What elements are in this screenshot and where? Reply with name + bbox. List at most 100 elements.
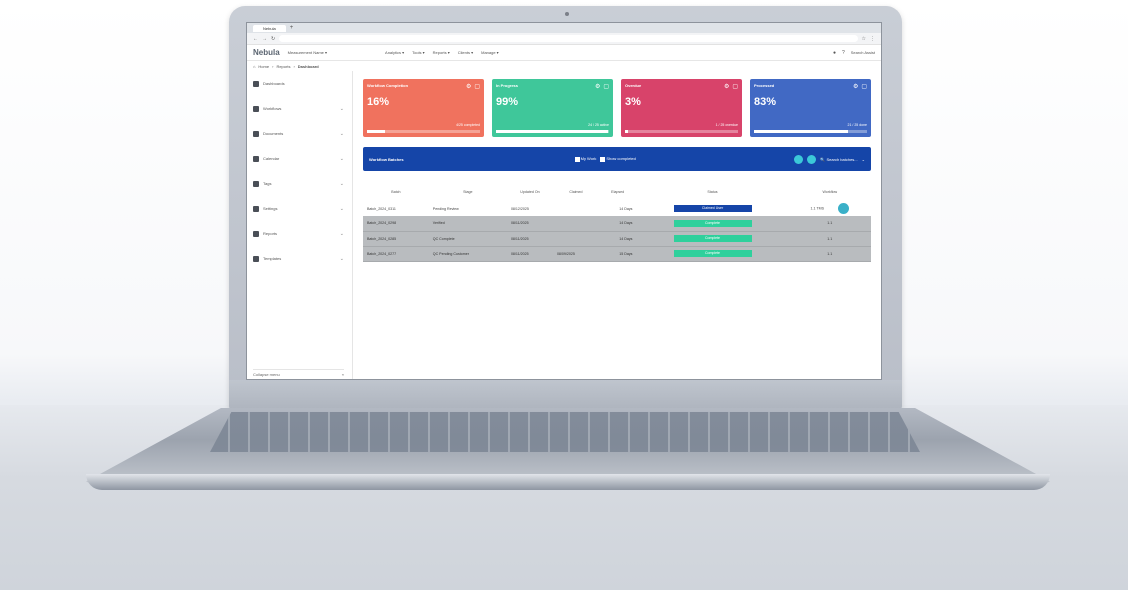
column-header[interactable]: Updated On bbox=[507, 183, 553, 201]
kpi-value: 99% bbox=[496, 96, 519, 108]
address-bar[interactable] bbox=[279, 35, 858, 42]
forward-icon[interactable]: → bbox=[262, 36, 267, 42]
table-row[interactable]: Batch_2024_0311 Pending Review 08/12/2025 1… bbox=[363, 201, 871, 216]
home-icon[interactable]: ⌂ bbox=[253, 64, 255, 69]
app-logo[interactable]: Nebula bbox=[253, 48, 280, 57]
sidebar-item-tags[interactable]: Tags ⌄ bbox=[247, 171, 352, 196]
kpi-progress-fill bbox=[625, 130, 629, 133]
kpi-subtitle: 1 / 25 overdue bbox=[715, 123, 738, 127]
chevron-down-icon: ⌄ bbox=[339, 205, 344, 212]
kpi-card[interactable]: Processed ⚙ ▢ 83% 21 / 25 done bbox=[750, 79, 871, 137]
reload-icon[interactable]: ↻ bbox=[271, 36, 275, 42]
status-badge[interactable]: Complete bbox=[673, 235, 752, 242]
gear-icon[interactable]: ⚙ bbox=[853, 83, 858, 90]
bell-icon[interactable]: ● bbox=[833, 50, 836, 56]
my-work-checkbox[interactable]: My Work bbox=[574, 156, 596, 162]
chevron-down-icon[interactable]: ⌄ bbox=[862, 157, 865, 162]
help-icon[interactable]: ? bbox=[842, 50, 845, 56]
sidebar-item-templates[interactable]: Templates ⌄ bbox=[247, 246, 352, 271]
kpi-card[interactable]: Workflow Completion ⚙ ▢ 16% 4/25 complete… bbox=[363, 79, 484, 137]
status-badge[interactable]: Complete bbox=[673, 219, 752, 227]
menu-dots-icon[interactable]: ⋮ bbox=[870, 36, 875, 42]
browser-tab-strip: Nebula + bbox=[247, 23, 881, 33]
batch-cell: Batch_2024_0277 bbox=[363, 246, 429, 262]
sidebar-item-calendar[interactable]: Calendar ⌄ bbox=[247, 146, 352, 171]
document-icon bbox=[253, 130, 259, 137]
browser-tab[interactable]: Nebula bbox=[253, 24, 286, 32]
chevron-down-icon: ⌄ bbox=[339, 130, 344, 137]
breadcrumb-item[interactable]: Reports bbox=[276, 64, 290, 69]
sidebar-footer[interactable]: Collapse menu « bbox=[253, 369, 344, 377]
stage-cell: Pending Review bbox=[428, 201, 507, 216]
back-icon[interactable]: ← bbox=[253, 36, 258, 42]
laptop-front-edge bbox=[86, 474, 1050, 490]
new-tab-button[interactable]: + bbox=[290, 25, 294, 31]
dashboard-icon bbox=[253, 80, 259, 87]
star-icon[interactable]: ☆ bbox=[862, 36, 866, 42]
sidebar-item-settings[interactable]: Settings ⌄ bbox=[247, 196, 352, 221]
kpi-value: 83% bbox=[754, 96, 777, 108]
workflow-cell: 1.1 bbox=[788, 246, 871, 262]
laptop-screen: Nebula + ← → ↻ ☆ ⋮ Nebula Measurement Na… bbox=[246, 22, 882, 380]
expand-icon[interactable]: ▢ bbox=[474, 83, 480, 90]
kpi-subtitle: 24 / 25 active bbox=[588, 123, 609, 127]
status-cell: Complete bbox=[636, 216, 789, 232]
chevron-down-icon: ⌄ bbox=[339, 105, 344, 112]
stage-cell: Verified bbox=[428, 216, 507, 232]
menu-analytics[interactable]: Analytics ▾ bbox=[385, 50, 404, 55]
column-header[interactable]: Status bbox=[636, 183, 788, 201]
table-row[interactable]: Batch_2024_0277 QC Pending Customer 08/11/… bbox=[363, 246, 871, 262]
menu-clients[interactable]: Clients ▾ bbox=[458, 50, 473, 55]
user-menu[interactable]: Search Assist bbox=[851, 50, 875, 55]
tag-icon bbox=[253, 180, 259, 187]
photo-scene: Nebula + ← → ↻ ☆ ⋮ Nebula Measurement Na… bbox=[0, 0, 1128, 590]
gear-icon[interactable]: ⚙ bbox=[724, 83, 729, 90]
show-completed-checkbox[interactable]: Show completed bbox=[600, 156, 636, 162]
sidebar-item-workflows[interactable]: Workflows ⌄ bbox=[247, 96, 352, 121]
kpi-progress bbox=[754, 130, 867, 133]
kpi-title: In Progress bbox=[496, 83, 519, 88]
claimed-cell bbox=[552, 216, 599, 232]
report-icon bbox=[253, 230, 259, 237]
workflow-value: 1.1 TMS bbox=[810, 206, 825, 211]
status-badge[interactable]: Complete bbox=[673, 250, 752, 257]
collapse-icon: « bbox=[341, 372, 344, 377]
batch-table: Batch Stage Updated On Claimed Elapsed S… bbox=[363, 183, 871, 262]
expand-icon[interactable]: ▢ bbox=[603, 83, 609, 90]
column-header[interactable]: Batch bbox=[363, 183, 429, 201]
sidebar-item-documents[interactable]: Documents ⌄ bbox=[247, 121, 352, 146]
menu-manage[interactable]: Manage ▾ bbox=[481, 50, 499, 55]
workspace-selector[interactable]: Measurement Name ▾ bbox=[288, 50, 327, 55]
breadcrumb: ⌂ Home › Reports › Dashboard bbox=[253, 63, 319, 69]
menu-tools[interactable]: Tools ▾ bbox=[412, 50, 424, 55]
kpi-card[interactable]: Overdue ⚙ ▢ 3% 1 / 25 overdue bbox=[621, 79, 742, 137]
add-row-button[interactable] bbox=[838, 203, 850, 214]
table-row[interactable]: Batch_2024_0285 QC Complete 08/11/2025 14 D… bbox=[363, 231, 871, 247]
workflow-cell: 1.1 bbox=[788, 216, 871, 232]
status-badge[interactable]: Claimed User bbox=[673, 205, 752, 212]
gear-icon[interactable]: ⚙ bbox=[466, 83, 471, 90]
kpi-value: 16% bbox=[367, 96, 390, 108]
collapse-label: Collapse menu bbox=[253, 372, 280, 377]
table-row[interactable]: Batch_2024_0298 Verified 08/11/2025 14 Days… bbox=[363, 216, 871, 232]
calendar-icon bbox=[253, 155, 259, 162]
settings-icon bbox=[253, 205, 259, 212]
column-header[interactable]: Claimed bbox=[553, 183, 599, 201]
expand-icon[interactable]: ▢ bbox=[732, 83, 738, 90]
breadcrumb-item[interactable]: Home bbox=[258, 64, 269, 69]
kpi-card[interactable]: In Progress ⚙ ▢ 99% 24 / 25 active bbox=[492, 79, 613, 137]
menu-reports[interactable]: Reports ▾ bbox=[433, 50, 450, 55]
refresh-button[interactable] bbox=[794, 154, 804, 164]
gear-icon[interactable]: ⚙ bbox=[595, 83, 600, 90]
sidebar-item-dashboards[interactable]: Dashboards bbox=[247, 71, 352, 96]
search-input[interactable]: 🔍 Search batches... bbox=[820, 157, 857, 162]
kpi-value: 3% bbox=[625, 96, 641, 108]
column-header[interactable]: Workflow bbox=[789, 183, 871, 201]
expand-icon[interactable]: ▢ bbox=[861, 83, 867, 90]
sidebar-item-reports[interactable]: Reports ⌄ bbox=[247, 221, 352, 246]
column-header[interactable]: Stage bbox=[429, 183, 507, 201]
column-header[interactable]: Elapsed bbox=[599, 183, 636, 201]
batch-cell: Batch_2024_0311 bbox=[363, 201, 429, 216]
add-button[interactable] bbox=[807, 154, 817, 164]
main-content: Workflow Completion ⚙ ▢ 16% 4/25 complete… bbox=[353, 71, 881, 379]
